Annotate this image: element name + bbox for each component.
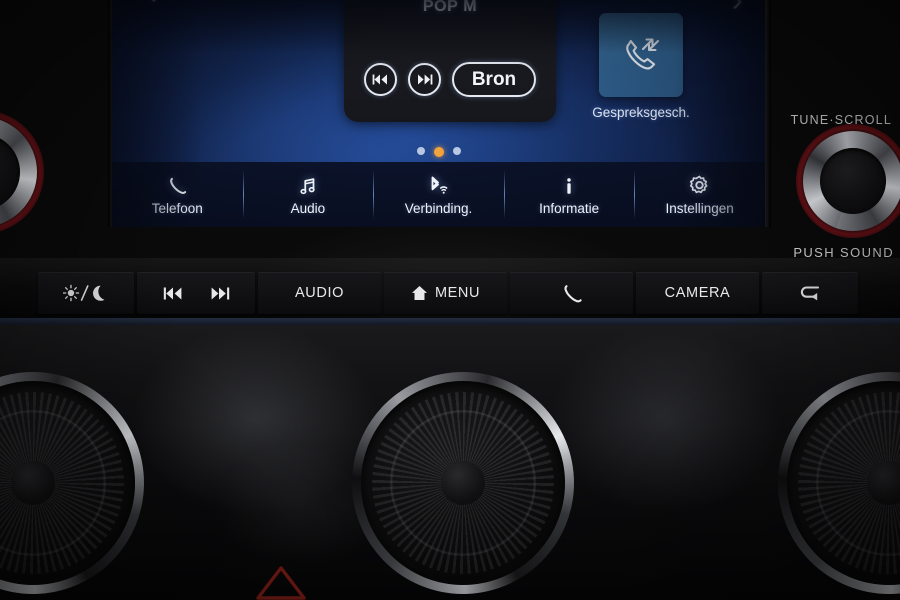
nav-label-instellingen: Instellingen <box>665 200 734 216</box>
hazard-warning-button[interactable] <box>252 562 310 600</box>
screen-bottom-nav: Telefoon Audio Verbinding. Informatie In… <box>112 162 765 227</box>
tune-knob-face <box>820 148 886 214</box>
call-history-icon <box>626 38 659 70</box>
volume-knob-assembly: VOL USH <box>0 0 108 270</box>
camera-button[interactable]: CAMERA <box>636 272 759 314</box>
volume-push-power-label: USH <box>0 242 1 262</box>
call-history-label: Gespreksgesch. <box>592 105 690 120</box>
call-history-tile[interactable]: Gespreksgesch. <box>592 13 690 120</box>
camera-button-label: CAMERA <box>664 285 731 301</box>
home-icon <box>411 285 428 301</box>
tune-scroll-knob[interactable] <box>796 124 900 238</box>
page-dot-3[interactable] <box>452 147 461 155</box>
tune-scroll-knob-assembly: TUNE·SCROLL PUSH SOUND <box>740 0 900 272</box>
day-night-button[interactable] <box>38 272 134 314</box>
nav-item-verbinding[interactable]: Verbinding. <box>373 162 504 227</box>
next-track-icon <box>209 287 231 300</box>
back-arrow-icon <box>798 283 822 303</box>
source-button[interactable]: Bron <box>451 62 537 97</box>
media-controls: Bron <box>344 62 556 97</box>
menu-button-label: MENU <box>434 285 481 301</box>
push-sound-label: PUSH SOUND <box>793 245 894 260</box>
power-icon <box>0 242 1 262</box>
audio-button-label: AUDIO <box>295 285 344 301</box>
air-vent-left-hub <box>11 461 55 505</box>
track-skip-button[interactable] <box>137 272 255 314</box>
back-button[interactable] <box>762 272 858 314</box>
phone-icon <box>166 174 188 198</box>
info-icon <box>558 174 580 198</box>
hard-button-row: AUDIO MENU CAMERA <box>38 272 858 314</box>
nav-label-informatie: Informatie <box>539 200 600 216</box>
nav-label-audio: Audio <box>290 200 326 216</box>
music-note-icon <box>297 174 319 198</box>
previous-track-button[interactable] <box>363 63 397 96</box>
page-dot-2-active[interactable] <box>433 147 444 157</box>
bluetooth-wifi-icon <box>425 174 451 198</box>
page-dot-1[interactable] <box>416 147 425 155</box>
audio-button[interactable]: AUDIO <box>258 272 381 314</box>
phone-icon <box>560 282 583 305</box>
sun-moon-icon <box>63 283 109 303</box>
next-track-button[interactable] <box>407 63 441 96</box>
media-popup-card: POP M Bron <box>344 0 556 122</box>
previous-track-icon <box>372 74 387 85</box>
next-track-icon <box>417 74 433 85</box>
media-source-title: POP M <box>422 0 478 15</box>
nav-item-audio[interactable]: Audio <box>242 162 374 227</box>
head-unit-screen: ‹ › POP M <box>112 0 765 227</box>
hazard-triangle-icon <box>256 566 306 600</box>
nav-label-verbinding: Verbinding. <box>404 200 473 216</box>
volume-knob[interactable] <box>0 110 44 234</box>
car-infotainment-dashboard: ‹ › POP M <box>0 0 900 600</box>
page-indicator-dots <box>112 147 765 157</box>
air-vent-center[interactable] <box>352 372 574 594</box>
nav-label-telefoon: Telefoon <box>151 200 203 216</box>
menu-button[interactable]: MENU <box>384 272 507 314</box>
call-history-tile-surface <box>599 13 683 97</box>
gear-icon <box>688 174 711 198</box>
chevron-left-icon[interactable]: ‹ <box>146 0 157 10</box>
phone-button[interactable] <box>510 272 633 314</box>
air-vent-center-hub <box>441 461 485 505</box>
nav-item-informatie[interactable]: Informatie <box>503 162 635 227</box>
nav-item-telefoon[interactable]: Telefoon <box>112 162 243 227</box>
previous-track-icon <box>162 287 184 300</box>
